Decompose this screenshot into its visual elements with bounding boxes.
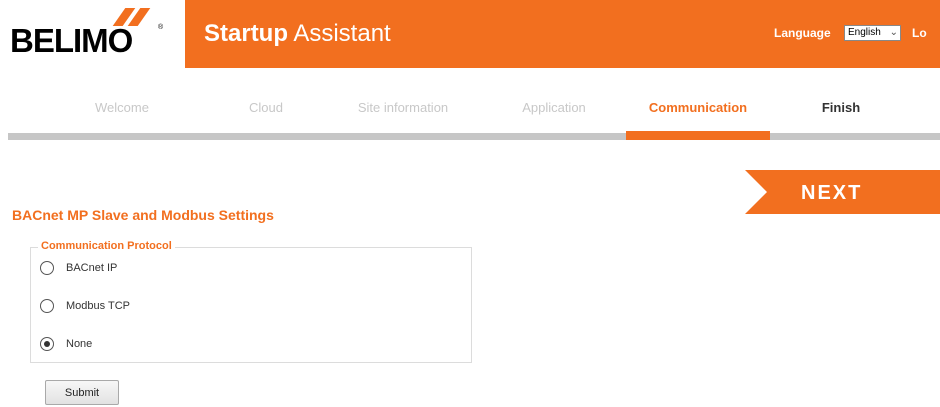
chevron-down-icon: ⌄: [889, 27, 898, 38]
radio-button[interactable]: [40, 261, 54, 275]
submit-button[interactable]: Submit: [45, 380, 119, 405]
step-welcome: Welcome: [95, 100, 149, 115]
section-title: BACnet MP Slave and Modbus Settings: [12, 207, 274, 223]
radio-button[interactable]: [40, 299, 54, 313]
radio-button[interactable]: [40, 337, 54, 351]
logo-text: BELIMO: [10, 22, 133, 59]
step-application: Application: [522, 100, 586, 115]
belimo-logo: BELIMO ®: [0, 0, 185, 68]
wizard-steps: Welcome Cloud Site information Applicati…: [0, 100, 940, 120]
fieldset-legend: Communication Protocol: [38, 240, 175, 252]
step-site-information: Site information: [357, 100, 449, 115]
app-title-rest: Assistant: [293, 20, 391, 47]
logo-registered-mark: ®: [158, 24, 164, 31]
next-button[interactable]: NEXT: [745, 170, 940, 214]
step-cloud: Cloud: [249, 100, 283, 115]
step-communication: Communication: [648, 100, 748, 115]
progress-active-indicator: [626, 131, 770, 140]
language-label: Language: [774, 26, 831, 40]
progress-track: [8, 133, 940, 140]
app-title: Startup Assistant: [204, 20, 391, 48]
step-finish: Finish: [821, 100, 861, 115]
language-select-value: English: [848, 27, 881, 38]
app-title-bold: Startup: [204, 20, 288, 47]
radio-label: BACnet IP: [66, 262, 118, 274]
logout-link[interactable]: Lo: [912, 26, 927, 40]
radio-label: None: [66, 338, 93, 350]
radio-label: Modbus TCP: [66, 300, 130, 312]
header-bar: Startup Assistant Language English ⌄ Lo: [185, 0, 940, 68]
language-select[interactable]: English ⌄: [844, 25, 901, 41]
next-button-label: NEXT: [801, 182, 863, 204]
